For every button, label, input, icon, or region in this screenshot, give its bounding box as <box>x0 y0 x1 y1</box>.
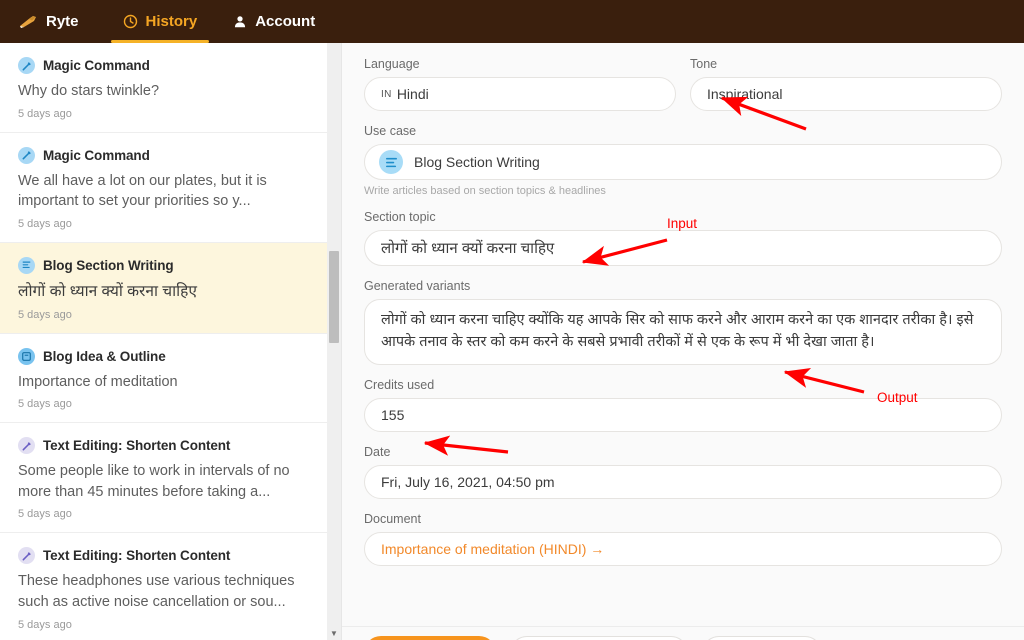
language-tone-row: Language IN Hindi Tone Inspirational <box>342 57 1024 111</box>
history-item-timestamp: 5 days ago <box>18 309 309 321</box>
open-in-document-button[interactable]: Open in document <box>510 636 688 640</box>
document-field-group: Document Importance of meditation (HINDI… <box>342 512 1024 566</box>
use-case-field[interactable]: Blog Section Writing <box>364 144 1002 180</box>
history-item-title: Magic Command <box>43 58 150 73</box>
top-navigation-bar: Ryte History Account <box>0 0 1024 43</box>
history-list[interactable]: Magic Command Why do stars twinkle? 5 days… <box>0 43 327 640</box>
tone-field-group: Tone Inspirational <box>690 57 1002 111</box>
history-detail-panel: Language IN Hindi Tone Inspirational Use… <box>342 43 1024 640</box>
credits-used-value: 155 <box>381 407 404 423</box>
use-case-field-group: Use case Blog Section Writing Write arti… <box>342 124 1024 197</box>
tone-field[interactable]: Inspirational <box>690 77 1002 111</box>
person-icon <box>233 14 247 29</box>
magic-wand-icon <box>18 437 35 454</box>
date-label: Date <box>364 445 1002 459</box>
language-label: Language <box>364 57 676 71</box>
history-item-description: These headphones use various techniques … <box>18 571 309 612</box>
date-field-group: Date Fri, July 16, 2021, 04:50 pm <box>342 445 1024 499</box>
history-item-header: Magic Command <box>18 147 309 164</box>
section-topic-field[interactable]: लोगों को ध्यान क्यों करना चाहिए <box>364 230 1002 266</box>
history-item-title: Text Editing: Shorten Content <box>43 438 230 453</box>
paragraph-lines-icon <box>18 257 35 274</box>
history-item-header: Text Editing: Shorten Content <box>18 437 309 454</box>
language-field-group: Language IN Hindi <box>364 57 676 111</box>
brand-logo[interactable]: Ryte <box>14 0 105 43</box>
history-item-description: Some people like to work in intervals of… <box>18 461 309 502</box>
use-case-value: Blog Section Writing <box>414 154 540 170</box>
history-scrollbar[interactable]: ▼ <box>327 43 341 640</box>
credits-used-label: Credits used <box>364 378 1002 392</box>
generated-variants-field[interactable]: लोगों को ध्यान करना चाहिए क्योंकि यह आपक… <box>364 299 1002 365</box>
credits-used-field[interactable]: 155 <box>364 398 1002 432</box>
detail-action-bar: Copy to clipboard Open in document Delet… <box>342 626 1024 640</box>
history-item-header: Blog Idea & Outline <box>18 348 309 365</box>
history-item-timestamp: 5 days ago <box>18 218 309 230</box>
nav-tab-account-label: Account <box>255 13 315 30</box>
language-country-code: IN <box>381 89 392 100</box>
history-item-title: Text Editing: Shorten Content <box>43 548 230 563</box>
history-item-description: Importance of meditation <box>18 372 309 393</box>
document-field[interactable]: Importance of meditation (HINDI) → <box>364 532 1002 566</box>
use-case-helper-text: Write articles based on section topics &… <box>364 185 1002 197</box>
language-value: Hindi <box>397 86 429 102</box>
history-item-title: Blog Idea & Outline <box>43 349 166 364</box>
section-topic-field-group: Section topic लोगों को ध्यान क्यों करना … <box>342 210 1024 266</box>
document-label: Document <box>364 512 1002 526</box>
history-item-timestamp: 5 days ago <box>18 619 309 631</box>
section-topic-value: लोगों को ध्यान क्यों करना चाहिए <box>381 238 554 258</box>
history-list-item[interactable]: Magic Command We all have a lot on our pl… <box>0 133 327 243</box>
paragraph-lines-icon <box>379 150 403 174</box>
history-item-header: Blog Section Writing <box>18 257 309 274</box>
history-list-item[interactable]: Text Editing: Shorten Content These headp… <box>0 533 327 640</box>
document-outline-icon <box>18 348 35 365</box>
delete-button[interactable]: Delete <box>702 636 822 640</box>
history-item-header: Text Editing: Shorten Content <box>18 547 309 564</box>
date-value: Fri, July 16, 2021, 04:50 pm <box>381 474 555 490</box>
document-link[interactable]: Importance of meditation (HINDI) → <box>381 541 604 557</box>
nav-tab-account[interactable]: Account <box>215 0 333 43</box>
history-item-description: लोगों को ध्यान क्यों करना चाहिए <box>18 281 309 303</box>
scroll-down-arrow-icon[interactable]: ▼ <box>327 626 341 640</box>
tone-value: Inspirational <box>707 86 783 102</box>
generated-variants-value: लोगों को ध्यान करना चाहिए क्योंकि यह आपक… <box>381 309 985 353</box>
writing-hand-icon <box>18 13 38 31</box>
nav-tab-history-label: History <box>146 13 198 30</box>
history-list-item[interactable]: Text Editing: Shorten Content Some people… <box>0 423 327 533</box>
history-item-title: Magic Command <box>43 148 150 163</box>
generated-variants-label: Generated variants <box>364 279 1002 293</box>
magic-wand-icon <box>18 147 35 164</box>
section-topic-label: Section topic <box>364 210 1002 224</box>
history-item-timestamp: 5 days ago <box>18 508 309 520</box>
brand-label: Ryte <box>46 13 79 30</box>
history-item-header: Magic Command <box>18 57 309 74</box>
tone-label: Tone <box>690 57 1002 71</box>
scrollbar-thumb[interactable] <box>329 251 339 343</box>
history-item-timestamp: 5 days ago <box>18 398 309 410</box>
clock-history-icon <box>123 14 138 29</box>
history-list-item[interactable]: Blog Section Writing लोगों को ध्यान क्यों… <box>0 243 327 334</box>
app-root: Ryte History Account Magic CommandWh <box>0 0 1024 640</box>
magic-wand-icon <box>18 547 35 564</box>
language-field[interactable]: IN Hindi <box>364 77 676 111</box>
history-list-item[interactable]: Blog Idea & Outline Importance of meditat… <box>0 334 327 424</box>
nav-tab-history[interactable]: History <box>105 0 216 43</box>
history-item-timestamp: 5 days ago <box>18 108 309 120</box>
copy-to-clipboard-button[interactable]: Copy to clipboard <box>364 636 496 640</box>
use-case-label: Use case <box>364 124 1002 138</box>
generated-variants-field-group: Generated variants लोगों को ध्यान करना च… <box>342 279 1024 365</box>
magic-wand-icon <box>18 57 35 74</box>
history-list-item[interactable]: Magic Command Why do stars twinkle? 5 days… <box>0 43 327 133</box>
history-item-title: Blog Section Writing <box>43 258 174 273</box>
date-field[interactable]: Fri, July 16, 2021, 04:50 pm <box>364 465 1002 499</box>
history-item-description: We all have a lot on our plates, but it … <box>18 171 309 212</box>
history-item-description: Why do stars twinkle? <box>18 81 309 102</box>
credits-used-field-group: Credits used 155 <box>342 378 1024 432</box>
